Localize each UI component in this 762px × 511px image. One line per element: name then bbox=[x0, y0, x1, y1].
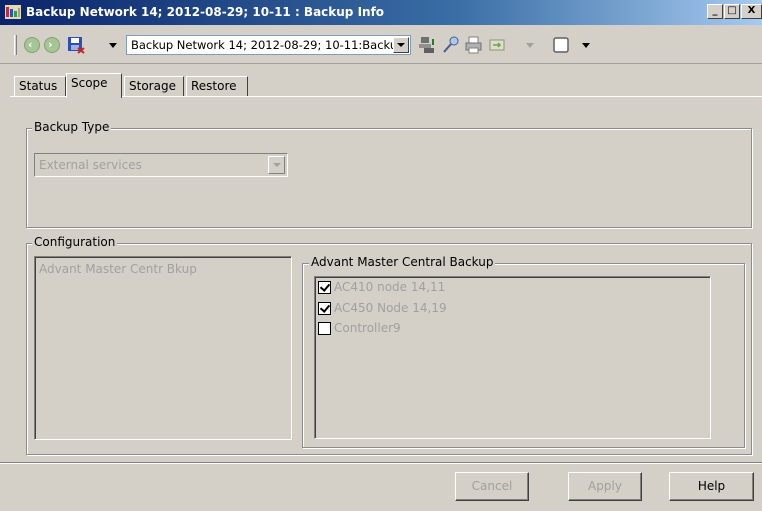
title-bar[interactable]: Backup Network 14; 2012-08-29; 10-11 : B… bbox=[0, 0, 762, 25]
object-path-value: Backup Network 14; 2012-08-29; 10-11:Bac… bbox=[131, 38, 393, 52]
list-item[interactable]: Advant Master Centr Bkup bbox=[39, 262, 197, 276]
configuration-legend: Configuration bbox=[32, 235, 118, 249]
export-dropdown-icon[interactable] bbox=[526, 43, 534, 48]
configuration-list[interactable]: Advant Master Centr Bkup bbox=[34, 256, 292, 440]
toolbar: ‹ › Backup Network 14; 2012-08-29; 10-11… bbox=[0, 26, 762, 64]
printer-icon[interactable] bbox=[464, 35, 484, 55]
tab-divider bbox=[10, 96, 762, 97]
tab-scope[interactable]: Scope bbox=[66, 73, 122, 98]
export-icon[interactable] bbox=[488, 35, 508, 55]
node-checkbox-controller9[interactable] bbox=[318, 322, 331, 335]
back-icon[interactable]: ‹ bbox=[24, 37, 40, 53]
window-dropdown-icon[interactable] bbox=[582, 43, 590, 48]
backup-type-legend: Backup Type bbox=[32, 120, 112, 134]
node-label: Controller9 bbox=[334, 321, 401, 335]
chevron-down-icon[interactable] bbox=[393, 37, 409, 53]
forward-icon[interactable]: › bbox=[44, 37, 60, 53]
close-button[interactable]: X bbox=[741, 4, 762, 19]
save-dropdown-icon[interactable] bbox=[109, 43, 117, 48]
central-backup-legend: Advant Master Central Backup bbox=[309, 255, 496, 269]
chevron-down-icon bbox=[268, 156, 285, 174]
tab-storage[interactable]: Storage bbox=[124, 76, 184, 97]
node-checkbox-ac450[interactable] bbox=[318, 302, 331, 315]
toolbar-grip[interactable] bbox=[14, 35, 17, 55]
cancel-button[interactable]: Cancel bbox=[455, 472, 529, 501]
maximize-button[interactable]: □ bbox=[724, 4, 740, 19]
window-icon[interactable] bbox=[551, 35, 571, 55]
object-path-combo[interactable]: Backup Network 14; 2012-08-29; 10-11:Bac… bbox=[126, 35, 411, 55]
tab-status[interactable]: Status bbox=[14, 76, 66, 97]
help-button[interactable]: Help bbox=[669, 472, 754, 501]
network-icon[interactable] bbox=[418, 35, 438, 55]
backup-type-value: External services bbox=[39, 158, 142, 172]
node-checkbox-ac410[interactable] bbox=[318, 281, 331, 294]
backup-type-group bbox=[26, 128, 752, 228]
node-label: AC450 Node 14,19 bbox=[334, 301, 447, 315]
tab-restore[interactable]: Restore bbox=[186, 76, 248, 97]
pin-icon[interactable] bbox=[441, 35, 461, 55]
minimize-button[interactable]: _ bbox=[707, 4, 723, 19]
apply-button[interactable]: Apply bbox=[568, 472, 642, 501]
app-icon bbox=[5, 5, 21, 19]
footer-separator bbox=[0, 462, 762, 464]
window-title: Backup Network 14; 2012-08-29; 10-11 : B… bbox=[26, 5, 385, 19]
backup-info-window: Backup Network 14; 2012-08-29; 10-11 : B… bbox=[0, 0, 762, 511]
backup-type-select: External services bbox=[34, 153, 288, 177]
save-icon[interactable] bbox=[66, 35, 86, 55]
node-label: AC410 node 14,11 bbox=[334, 280, 446, 294]
